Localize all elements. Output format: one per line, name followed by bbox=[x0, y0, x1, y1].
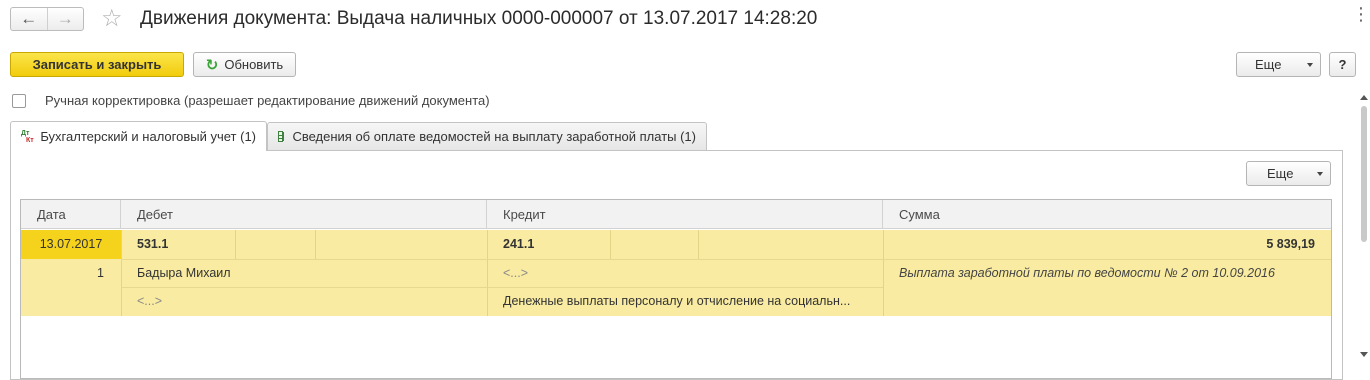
table-more-label: Еще bbox=[1267, 166, 1294, 181]
scroll-up-icon[interactable] bbox=[1360, 95, 1368, 100]
postings-table: Дата Дебет Кредит Сумма 13.07.2017 531.1… bbox=[20, 199, 1332, 379]
cell-credit-subconto1[interactable]: <...> bbox=[503, 259, 528, 288]
cell-credit-account[interactable]: 241.1 bbox=[503, 230, 534, 259]
tab-accounting-label: Бухгалтерский и налоговый учет (1) bbox=[40, 129, 256, 144]
tab-accounting[interactable]: Дт Кт Бухгалтерский и налоговый учет (1) bbox=[10, 121, 267, 151]
cell-debit-subconto2[interactable]: <...> bbox=[137, 287, 162, 316]
refresh-icon: ↻ bbox=[205, 56, 219, 74]
more-menu-button[interactable]: Еще bbox=[1236, 52, 1321, 77]
cell-debit-account[interactable]: 531.1 bbox=[137, 230, 168, 259]
cell-line-number: 1 bbox=[97, 266, 104, 280]
table-more-menu-button[interactable]: Еще bbox=[1246, 161, 1331, 186]
window-title: Движения документа: Выдача наличных 0000… bbox=[140, 8, 818, 29]
arrow-right-icon: → bbox=[56, 9, 74, 28]
back-button[interactable]: ← bbox=[11, 8, 47, 30]
table-row[interactable]: 13.07.2017 531.1 241.1 5 839,19 1 Бадыра… bbox=[21, 230, 1331, 316]
cell-content[interactable]: Выплата заработной платы по ведомости № … bbox=[899, 259, 1275, 288]
help-button[interactable]: ? bbox=[1329, 52, 1356, 77]
column-header-credit[interactable]: Кредит bbox=[487, 200, 883, 229]
window-more-icon[interactable]: ⋮ bbox=[1352, 5, 1370, 23]
tab-payroll-label: Сведения об оплате ведомостей на выплату… bbox=[292, 129, 696, 144]
cell-date[interactable]: 13.07.2017 bbox=[21, 230, 121, 259]
scroll-down-icon[interactable] bbox=[1360, 352, 1368, 357]
table-header: Дата Дебет Кредит Сумма bbox=[21, 200, 1331, 229]
column-header-date[interactable]: Дата bbox=[21, 200, 121, 229]
tab-payroll-payments[interactable]: Сведения об оплате ведомостей на выплату… bbox=[267, 122, 707, 150]
vertical-scrollbar[interactable] bbox=[1361, 106, 1367, 242]
history-nav: ← → bbox=[10, 7, 84, 31]
cell-debit-subconto1[interactable]: Бадыра Михаил bbox=[137, 259, 231, 288]
cell-credit-subconto2[interactable]: Денежные выплаты персоналу и отчисление … bbox=[503, 287, 879, 316]
manual-correction-checkbox[interactable] bbox=[12, 94, 26, 108]
refresh-button[interactable]: ↻ Обновить bbox=[193, 52, 296, 77]
column-header-debit[interactable]: Дебет bbox=[121, 200, 487, 229]
forward-button[interactable]: → bbox=[46, 8, 84, 30]
cell-amount[interactable]: 5 839,19 bbox=[883, 230, 1315, 259]
favorite-star-icon[interactable]: ☆ bbox=[101, 5, 123, 33]
table-grid-icon bbox=[278, 131, 284, 142]
more-label: Еще bbox=[1255, 57, 1282, 72]
column-header-amount[interactable]: Сумма bbox=[883, 200, 1331, 229]
refresh-label: Обновить bbox=[224, 57, 284, 72]
manual-correction-label: Ручная корректировка (разрешает редактир… bbox=[45, 93, 490, 108]
save-and-close-button[interactable]: Записать и закрыть bbox=[10, 52, 184, 77]
dropdown-caret-icon bbox=[1317, 172, 1323, 176]
dropdown-caret-icon bbox=[1307, 63, 1313, 67]
dt-kt-icon: Дт Кт bbox=[21, 129, 34, 144]
arrow-left-icon: ← bbox=[20, 9, 38, 28]
